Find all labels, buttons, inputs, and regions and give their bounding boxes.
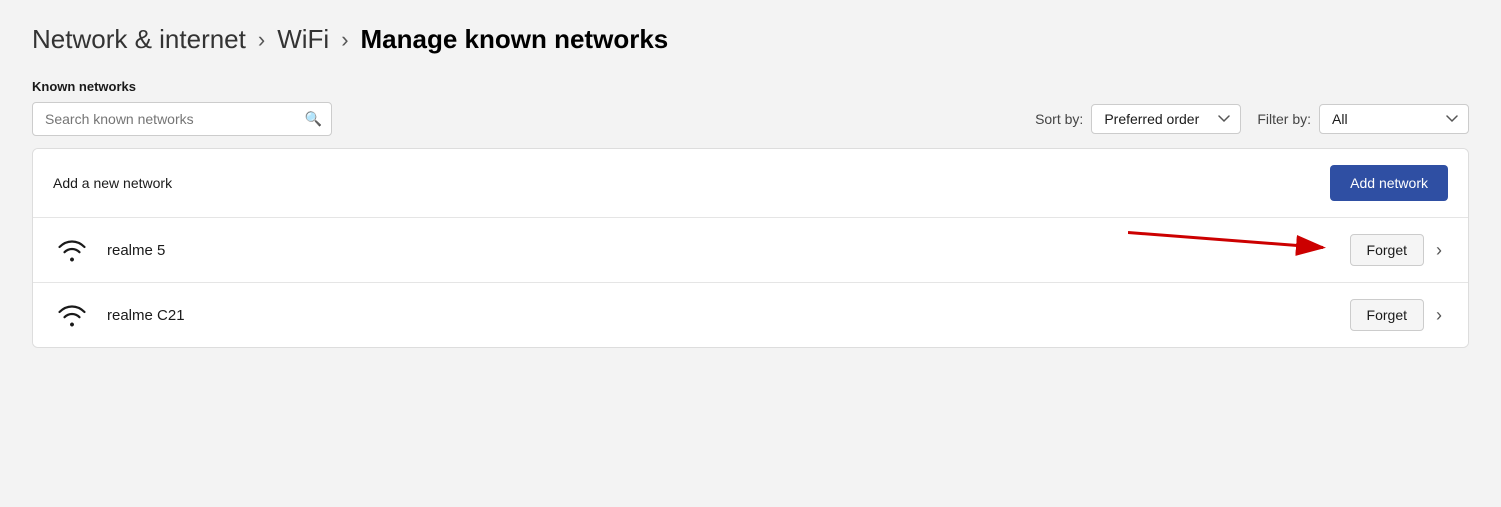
section-label: Known networks [32,79,1469,94]
filter-label: Filter by: [1257,111,1311,127]
breadcrumb-chevron-1: › [258,27,265,53]
sort-label: Sort by: [1035,111,1083,127]
network-list: Add a new network Add network realme 5 [32,148,1469,348]
expand-chevron-realmec21[interactable]: › [1430,301,1448,330]
sort-dropdown[interactable]: Preferred order Network name [1091,104,1241,134]
filter-group: Filter by: All Secured Open [1257,104,1469,134]
network-name-realmec21: realme C21 [107,307,1350,324]
search-input[interactable] [32,102,332,136]
sort-group: Sort by: Preferred order Network name [1035,104,1241,134]
search-wrapper: 🔍 [32,102,332,136]
network-row-realmec21: realme C21 Forget › [33,283,1468,347]
forget-button-realmec21[interactable]: Forget [1350,299,1424,331]
network-actions-realme5: Forget › [1350,234,1448,266]
breadcrumb-network-internet: Network & internet [32,24,246,55]
network-row-realme5: realme 5 Forget › [33,218,1468,283]
add-network-button[interactable]: Add network [1330,165,1448,201]
add-network-row: Add a new network Add network [33,149,1468,218]
add-network-label: Add a new network [53,175,172,191]
expand-chevron-realme5[interactable]: › [1430,236,1448,265]
breadcrumb-current: Manage known networks [361,24,669,55]
wifi-icon-realmec21 [53,299,91,331]
filter-dropdown[interactable]: All Secured Open [1319,104,1469,134]
sort-filter-group: Sort by: Preferred order Network name Fi… [1035,104,1469,134]
toolbar: 🔍 Sort by: Preferred order Network name … [32,102,1469,136]
breadcrumb-wifi: WiFi [277,24,329,55]
network-actions-realmec21: Forget › [1350,299,1448,331]
forget-button-realme5[interactable]: Forget [1350,234,1424,266]
breadcrumb-chevron-2: › [341,27,348,53]
breadcrumb: Network & internet › WiFi › Manage known… [32,24,1469,55]
network-name-realme5: realme 5 [107,242,1350,259]
wifi-icon-realme5 [53,234,91,266]
